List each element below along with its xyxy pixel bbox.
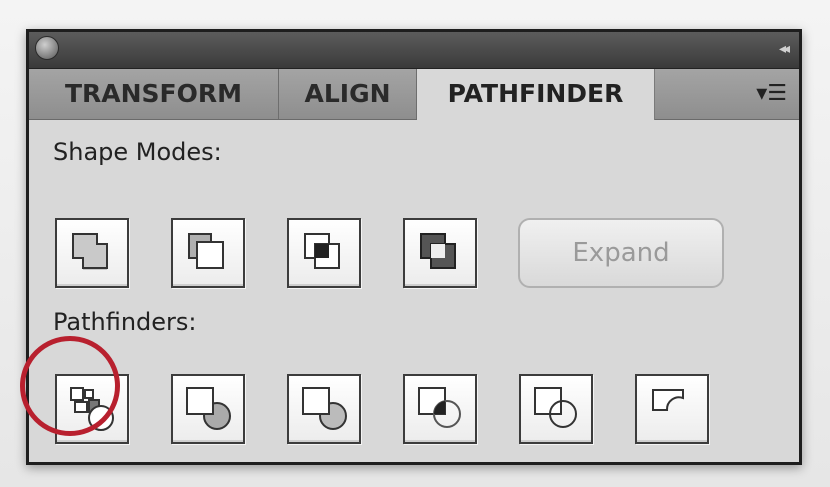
tab-align[interactable]: ALIGN: [279, 69, 417, 119]
panel-titlebar[interactable]: ◂◂: [29, 32, 799, 69]
unite-icon: [72, 233, 108, 270]
trim-icon: [186, 387, 231, 430]
pathfinders-label: Pathfinders:: [53, 308, 197, 336]
divide-button[interactable]: [55, 374, 129, 444]
outline-icon: [534, 387, 577, 428]
intersect-icon: [304, 233, 340, 269]
minus-back-button[interactable]: [635, 374, 709, 444]
exclude-icon: [420, 233, 456, 269]
unite-button[interactable]: [55, 218, 129, 288]
crop-icon: [418, 387, 461, 428]
collapse-icon[interactable]: ◂◂: [779, 41, 790, 57]
shape-modes-label: Shape Modes:: [53, 138, 222, 166]
expand-button[interactable]: Expand: [518, 218, 724, 288]
merge-button[interactable]: [287, 374, 361, 444]
screenshot-stage: ◂◂ TRANSFORM ALIGN PATHFINDER ▾☰ Shape M…: [0, 0, 830, 487]
merge-icon: [302, 387, 347, 430]
crop-button[interactable]: [403, 374, 477, 444]
intersect-button[interactable]: [287, 218, 361, 288]
tab-pathfinder[interactable]: PATHFINDER: [417, 69, 655, 120]
tab-transform[interactable]: TRANSFORM: [29, 69, 279, 119]
trim-button[interactable]: [171, 374, 245, 444]
minus-front-button[interactable]: [171, 218, 245, 288]
divide-icon: [70, 387, 114, 431]
pathfinder-panel: ◂◂ TRANSFORM ALIGN PATHFINDER ▾☰ Shape M…: [26, 29, 802, 465]
outline-button[interactable]: [519, 374, 593, 444]
minus-back-icon: [652, 389, 684, 411]
panel-menu-icon[interactable]: ▾☰: [749, 81, 787, 107]
close-icon[interactable]: [35, 36, 59, 60]
minus-front-icon: [188, 233, 224, 269]
exclude-button[interactable]: [403, 218, 477, 288]
tab-bar: TRANSFORM ALIGN PATHFINDER ▾☰: [29, 69, 799, 120]
